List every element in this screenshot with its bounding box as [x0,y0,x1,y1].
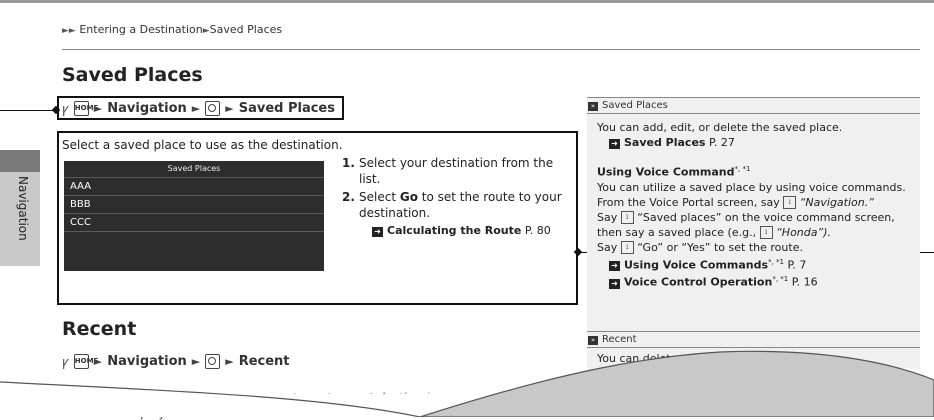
page-curl-overlay [0,350,934,417]
page-curl-fold [419,350,934,417]
